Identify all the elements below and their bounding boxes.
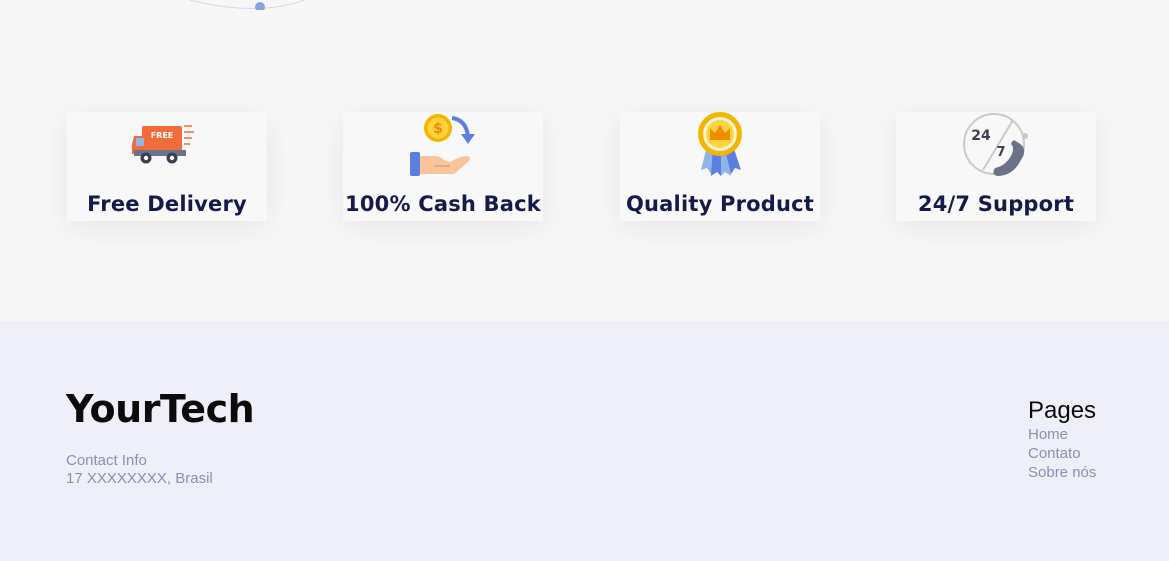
footer-link-home[interactable]: Home [1028,425,1096,444]
footer-link-sobre-nos[interactable]: Sobre nós [1028,463,1096,482]
feature-card-cash-back: $ 100% Cash Back [343,112,543,221]
decorative-arc [189,0,306,10]
feature-card-quality-product: Quality Product [620,112,820,221]
support-phone-icon: 24 7 [963,113,1028,176]
free-badge-text: FREE [151,131,174,140]
feature-label: 100% Cash Back [345,192,541,216]
feature-label: Quality Product [625,192,815,216]
svg-text:$: $ [433,121,443,137]
contact-address: 17 XXXXXXXX, Brasil [66,470,213,487]
footer: YourTech Contact Info 17 XXXXXXXX, Brasi… [0,321,1169,561]
feature-card-support: 24 7 24/7 Support [896,112,1096,221]
support-24-text: 24 [971,128,991,144]
support-7-text: 7 [996,145,1005,160]
features-section: FREE Free Delivery $ 100% Cash Back Qual… [0,0,1169,321]
footer-link-contato[interactable]: Contato [1028,444,1096,463]
feature-label: 24/7 Support [917,192,1075,216]
feature-label: Free Delivery [87,192,247,216]
cash-back-icon: $ [410,114,475,176]
footer-pages-nav: Pages Home Contato Sobre nós [1028,397,1096,482]
pages-heading: Pages [1028,397,1097,424]
delivery-truck-icon: FREE [132,125,194,164]
contact-info: Contact Info 17 XXXXXXXX, Brasil [66,452,213,488]
feature-card-free-delivery: FREE Free Delivery [67,112,267,221]
contact-info-title: Contact Info [66,452,147,469]
quality-medal-icon [698,112,742,176]
footer-brand-logo[interactable]: YourTech [66,387,255,431]
